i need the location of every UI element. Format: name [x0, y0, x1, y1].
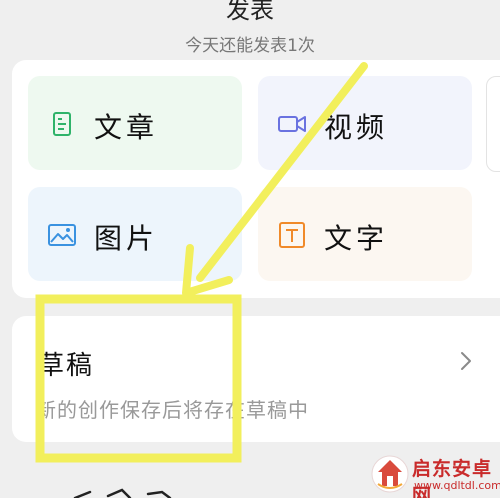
publish-option-label: 视频 — [324, 111, 389, 144]
publish-option-video[interactable]: 视频 — [258, 76, 472, 170]
video-camera-icon — [278, 116, 306, 132]
image-icon — [48, 224, 76, 246]
publish-option-label: 文字 — [324, 222, 389, 255]
watermark-url: www.qdltdl.com — [414, 479, 500, 492]
drafts-title: 草稿 — [38, 351, 95, 381]
cut-off-text-fragment — [73, 488, 172, 498]
page-title: 发表 — [226, 0, 274, 24]
publish-option-image[interactable]: 图片 — [28, 187, 242, 281]
document-icon — [53, 112, 71, 136]
offscreen-card — [486, 76, 500, 172]
chevron-right-icon — [461, 352, 471, 370]
publish-option-label: 图片 — [94, 222, 159, 255]
text-t-icon — [279, 222, 305, 248]
site-logo-icon — [371, 455, 409, 493]
drafts-description: 新的创作保存后将存在草稿中 — [36, 398, 309, 422]
publish-option-label: 文章 — [94, 111, 159, 144]
page-subtitle: 今天还能发表1次 — [185, 36, 315, 56]
publish-page: 发表 今天还能发表1次 文章 视频 图片 文字 草稿 新的创作保存后将存在草稿中… — [0, 0, 500, 498]
watermark: 启东安卓网 www.qdltdl.com — [362, 448, 500, 498]
publish-option-text[interactable]: 文字 — [258, 187, 472, 281]
publish-option-article[interactable]: 文章 — [28, 76, 242, 170]
